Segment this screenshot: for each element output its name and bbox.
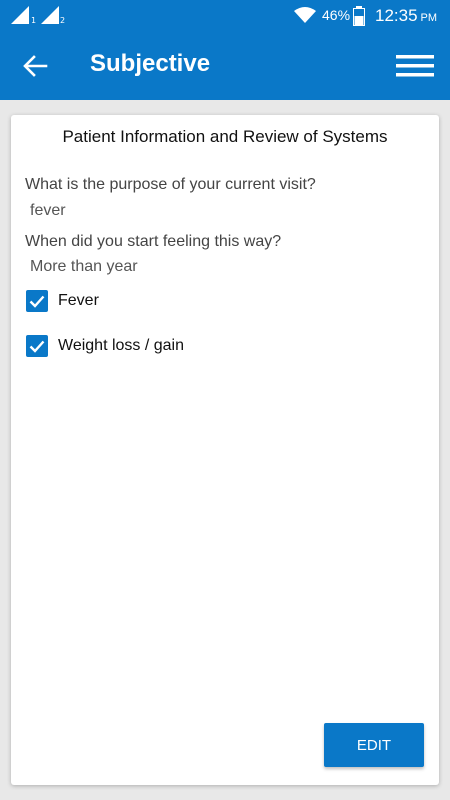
- arrow-left-icon[interactable]: [22, 53, 48, 79]
- card-heading: Patient Information and Review of System…: [62, 127, 388, 146]
- wifi-icon: [294, 7, 316, 23]
- app-bar: Subjective: [0, 33, 450, 100]
- page-title: Subjective: [90, 50, 211, 77]
- battery-percent: 46%: [322, 7, 351, 23]
- checkbox-checked-icon[interactable]: [26, 335, 48, 357]
- hamburger-menu-icon[interactable]: [396, 53, 434, 79]
- sim2-label: 2: [60, 16, 66, 25]
- question-onset: When did you start feeling this way?: [25, 233, 282, 250]
- clock-ampm: PM: [420, 12, 438, 24]
- subjective-card: Patient Information and Review of System…: [11, 115, 439, 785]
- question-purpose: What is the purpose of your current visi…: [25, 176, 316, 193]
- answer-purpose: fever: [30, 202, 66, 219]
- clock: 12:35 PM: [375, 6, 437, 26]
- battery-icon: [353, 6, 365, 26]
- sim1-label: 1: [31, 16, 37, 25]
- bottom-strip: [0, 790, 450, 800]
- answer-onset: More than year: [30, 258, 138, 275]
- signal-icon: [11, 6, 29, 24]
- clock-time: 12:35: [375, 6, 418, 25]
- checkbox-checked-icon[interactable]: [26, 290, 48, 312]
- edit-button[interactable]: EDIT: [324, 723, 424, 767]
- checkbox-label: Weight loss / gain: [58, 337, 184, 354]
- checkbox-label: Fever: [58, 292, 99, 309]
- status-bar: 1 2 46% 12:35 PM: [0, 0, 450, 33]
